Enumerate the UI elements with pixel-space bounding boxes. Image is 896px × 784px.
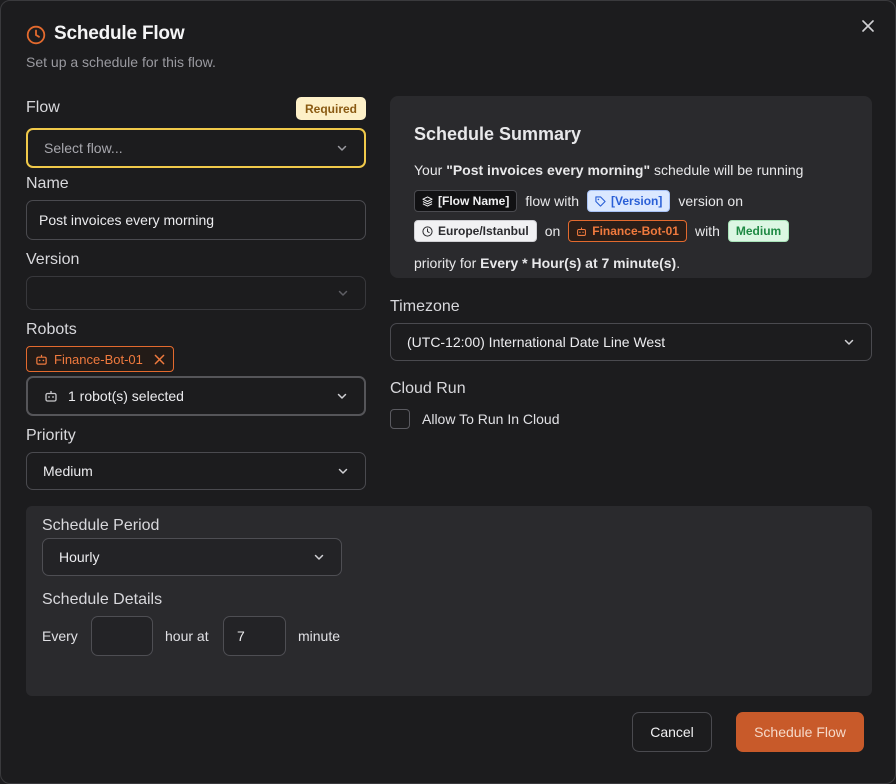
flow-select-placeholder: Select flow... <box>44 140 123 156</box>
priority-label: Priority <box>26 427 76 444</box>
robots-label: Robots <box>26 321 77 338</box>
version-select[interactable] <box>26 276 366 310</box>
schedule-period-value: Hourly <box>59 549 100 565</box>
minute-input[interactable]: 7 <box>223 616 286 656</box>
schedule-period-label: Schedule Period <box>42 517 160 534</box>
robot-tag: Finance-Bot-01 <box>568 220 687 242</box>
chevron-down-icon <box>337 145 347 151</box>
robot-chip: Finance-Bot-01 <box>26 346 174 372</box>
summary-prefix: Your <box>414 162 447 178</box>
summary-on: on <box>544 223 561 239</box>
timezone-label: Timezone <box>390 298 460 315</box>
chevron-down-icon <box>338 290 348 296</box>
summary-line-2: [Flow Name] flow with [Version] version … <box>414 190 751 212</box>
chevron-down-icon <box>338 468 348 474</box>
timezone-select[interactable]: (UTC-12:00) International Date Line West <box>390 323 872 361</box>
summary-suffix: schedule will be running <box>650 162 804 178</box>
cloud-run-label: Cloud Run <box>390 380 466 397</box>
robot-icon <box>45 391 57 402</box>
close-icon[interactable] <box>859 17 877 35</box>
priority-select-value: Medium <box>43 463 93 479</box>
summary-schedule-name: "Post invoices every morning" <box>446 162 651 178</box>
summary-version-on: version on <box>678 193 743 209</box>
timezone-tag-label: Europe/Istanbul <box>438 224 529 238</box>
clock-icon <box>422 225 433 237</box>
flow-name-tag: [Flow Name] <box>414 190 518 212</box>
clock-icon <box>26 25 46 45</box>
summary-line-1: Your "Post invoices every morning" sched… <box>414 162 803 178</box>
dialog-title: Schedule Flow <box>54 23 185 44</box>
every-text: Every <box>42 628 78 644</box>
hour-at-text: hour at <box>165 628 209 644</box>
flow-select[interactable]: Select flow... <box>26 128 366 168</box>
timezone-select-value: (UTC-12:00) International Date Line West <box>407 334 666 350</box>
name-label: Name <box>26 175 69 192</box>
robots-select-value: 1 robot(s) selected <box>68 388 184 404</box>
layers-icon <box>422 195 433 207</box>
flow-name-tag-label: [Flow Name] <box>438 194 510 208</box>
robots-select[interactable]: 1 robot(s) selected <box>26 376 366 416</box>
summary-flow-with: flow with <box>525 193 580 209</box>
remove-chip-icon[interactable] <box>154 354 165 365</box>
priority-tag: Medium <box>727 220 790 242</box>
summary-period: . <box>676 255 681 271</box>
allow-cloud-label[interactable]: Allow To Run In Cloud <box>422 411 559 427</box>
summary-line-4: priority for Every * Hour(s) at 7 minute… <box>414 255 680 271</box>
robot-icon <box>577 227 587 236</box>
minute-input-value: 7 <box>237 628 245 644</box>
required-badge: Required <box>296 97 367 120</box>
chevron-down-icon <box>314 554 324 560</box>
schedule-period-select[interactable]: Hourly <box>42 538 342 576</box>
schedule-flow-button[interactable]: Schedule Flow <box>736 712 864 752</box>
hour-input[interactable] <box>91 616 153 656</box>
version-label: Version <box>26 251 80 268</box>
version-tag: [Version] <box>587 190 671 212</box>
name-field[interactable]: Post invoices every morning <box>26 200 366 240</box>
summary-line-3: Europe/Istanbul on Finance-Bot-01 with M… <box>414 220 790 242</box>
chevron-down-icon <box>844 339 854 345</box>
summary-priority-for: priority for <box>414 255 481 271</box>
tag-icon <box>595 195 606 207</box>
allow-cloud-checkbox[interactable] <box>390 409 410 429</box>
schedule-details-label: Schedule Details <box>42 591 163 608</box>
robot-icon <box>36 354 47 365</box>
chevron-down-icon <box>337 393 347 399</box>
schedule-summary-panel: Schedule Summary Your "Post invoices eve… <box>390 96 872 278</box>
name-field-value: Post invoices every morning <box>39 212 215 228</box>
version-tag-label: [Version] <box>611 194 663 208</box>
summary-frequency: Every * Hour(s) at 7 minute(s) <box>480 255 677 271</box>
priority-select[interactable]: Medium <box>26 452 366 490</box>
flow-label: Flow <box>26 99 60 116</box>
minute-text: minute <box>298 628 341 644</box>
cancel-button[interactable]: Cancel <box>632 712 712 752</box>
timezone-tag: Europe/Istanbul <box>414 220 537 242</box>
summary-title: Schedule Summary <box>414 124 582 144</box>
robot-tag-label: Finance-Bot-01 <box>592 224 679 238</box>
robot-chip-label: Finance-Bot-01 <box>54 351 143 367</box>
schedule-flow-dialog: Schedule Flow Set up a schedule for this… <box>0 0 896 784</box>
summary-with: with <box>694 223 720 239</box>
dialog-subtitle: Set up a schedule for this flow. <box>26 54 216 70</box>
